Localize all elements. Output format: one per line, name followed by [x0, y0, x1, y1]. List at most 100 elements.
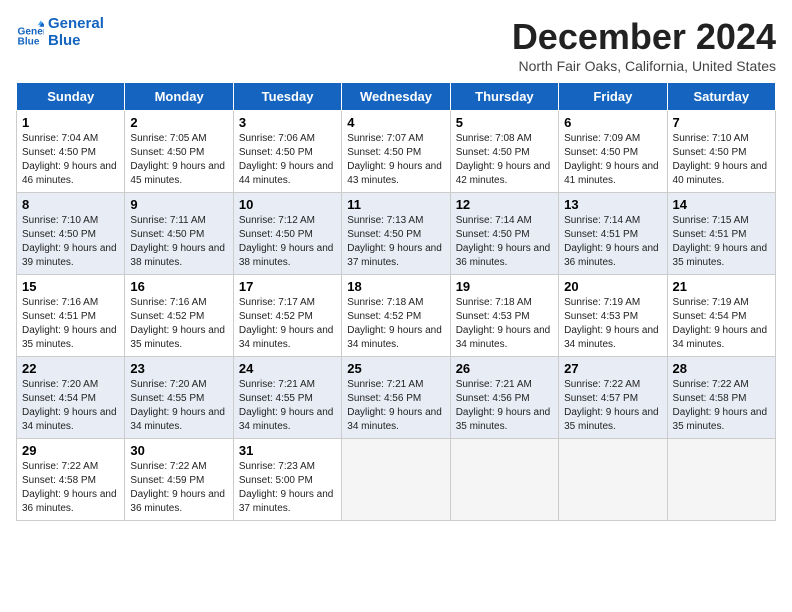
calendar-table: SundayMondayTuesdayWednesdayThursdayFrid… [16, 82, 776, 521]
day-detail: Sunrise: 7:15 AMSunset: 4:51 PMDaylight:… [673, 214, 770, 270]
day-detail: Sunrise: 7:21 AMSunset: 4:56 PMDaylight:… [456, 378, 553, 434]
weekday-header: Saturday [667, 83, 775, 111]
header: General Blue General Blue December 2024 … [16, 16, 776, 74]
weekday-header: Tuesday [233, 83, 341, 111]
day-number: 15 [22, 279, 119, 294]
day-detail: Sunrise: 7:05 AMSunset: 4:50 PMDaylight:… [130, 132, 227, 188]
calendar-day-cell: 10 Sunrise: 7:12 AMSunset: 4:50 PMDayligh… [233, 193, 341, 275]
day-number: 4 [347, 115, 444, 130]
day-number: 16 [130, 279, 227, 294]
title-block: December 2024 North Fair Oaks, Californi… [512, 16, 776, 74]
calendar-day-cell: 20 Sunrise: 7:19 AMSunset: 4:53 PMDayligh… [559, 275, 667, 357]
day-number: 3 [239, 115, 336, 130]
day-detail: Sunrise: 7:14 AMSunset: 4:51 PMDaylight:… [564, 214, 661, 270]
calendar-day-cell: 3 Sunrise: 7:06 AMSunset: 4:50 PMDaylight… [233, 111, 341, 193]
logo: General Blue General Blue [16, 16, 104, 49]
calendar-day-cell: 21 Sunrise: 7:19 AMSunset: 4:54 PMDayligh… [667, 275, 775, 357]
calendar-day-cell: 23 Sunrise: 7:20 AMSunset: 4:55 PMDayligh… [125, 357, 233, 439]
day-detail: Sunrise: 7:09 AMSunset: 4:50 PMDaylight:… [564, 132, 661, 188]
calendar-day-cell [667, 439, 775, 521]
calendar-day-cell: 24Sunrise: 7:21 AMSunset: 4:55 PMDayligh… [233, 357, 341, 439]
day-detail: Sunrise: 7:17 AMSunset: 4:52 PMDaylight:… [239, 296, 336, 352]
day-number: 14 [673, 197, 770, 212]
weekday-header-row: SundayMondayTuesdayWednesdayThursdayFrid… [17, 83, 776, 111]
day-detail: Sunrise: 7:12 AMSunset: 4:50 PMDaylight:… [239, 214, 336, 270]
day-number: 9 [130, 197, 227, 212]
weekday-header: Thursday [450, 83, 558, 111]
calendar-day-cell: 16 Sunrise: 7:16 AMSunset: 4:52 PMDayligh… [125, 275, 233, 357]
calendar-day-cell: 30 Sunrise: 7:22 AMSunset: 4:59 PMDayligh… [125, 439, 233, 521]
day-number: 17 [239, 279, 336, 294]
day-number: 31 [239, 443, 336, 458]
day-number: 18 [347, 279, 444, 294]
day-detail: Sunrise: 7:19 AMSunset: 4:53 PMDaylight:… [564, 296, 661, 352]
day-number: 28 [673, 361, 770, 376]
calendar-day-cell [450, 439, 558, 521]
calendar-day-cell: 25 Sunrise: 7:21 AMSunset: 4:56 PMDayligh… [342, 357, 450, 439]
logo-line2: Blue [48, 32, 81, 49]
calendar-day-cell: 15Sunrise: 7:16 AMSunset: 4:51 PMDayligh… [17, 275, 125, 357]
calendar-day-cell: 29 Sunrise: 7:22 AMSunset: 4:58 PMDayligh… [17, 439, 125, 521]
day-number: 2 [130, 115, 227, 130]
day-detail: Sunrise: 7:23 AMSunset: 5:00 PMDaylight:… [239, 460, 336, 516]
day-number: 22 [22, 361, 119, 376]
day-detail: Sunrise: 7:22 AMSunset: 4:59 PMDaylight:… [130, 460, 227, 516]
day-number: 10 [239, 197, 336, 212]
calendar-subtitle: North Fair Oaks, California, United Stat… [512, 58, 776, 74]
calendar-day-cell [559, 439, 667, 521]
calendar-day-cell: 26 Sunrise: 7:21 AMSunset: 4:56 PMDayligh… [450, 357, 558, 439]
day-number: 13 [564, 197, 661, 212]
calendar-day-cell: 5 Sunrise: 7:08 AMSunset: 4:50 PMDaylight… [450, 111, 558, 193]
day-detail: Sunrise: 7:20 AMSunset: 4:54 PMDaylight:… [22, 378, 119, 434]
svg-text:Blue: Blue [18, 36, 40, 46]
day-detail: Sunrise: 7:07 AMSunset: 4:50 PMDaylight:… [347, 132, 444, 188]
calendar-day-cell: 8 Sunrise: 7:10 AMSunset: 4:50 PMDaylight… [17, 193, 125, 275]
day-number: 26 [456, 361, 553, 376]
calendar-day-cell: 14 Sunrise: 7:15 AMSunset: 4:51 PMDayligh… [667, 193, 775, 275]
weekday-header: Monday [125, 83, 233, 111]
day-detail: Sunrise: 7:18 AMSunset: 4:52 PMDaylight:… [347, 296, 444, 352]
day-detail: Sunrise: 7:11 AMSunset: 4:50 PMDaylight:… [130, 214, 227, 270]
day-number: 7 [673, 115, 770, 130]
day-number: 21 [673, 279, 770, 294]
calendar-day-cell: 28Sunrise: 7:22 AMSunset: 4:58 PMDayligh… [667, 357, 775, 439]
day-number: 6 [564, 115, 661, 130]
calendar-day-cell: 6 Sunrise: 7:09 AMSunset: 4:50 PMDaylight… [559, 111, 667, 193]
day-number: 19 [456, 279, 553, 294]
day-detail: Sunrise: 7:19 AMSunset: 4:54 PMDaylight:… [673, 296, 770, 352]
day-number: 1 [22, 115, 119, 130]
calendar-day-cell: 17 Sunrise: 7:17 AMSunset: 4:52 PMDayligh… [233, 275, 341, 357]
day-detail: Sunrise: 7:08 AMSunset: 4:50 PMDaylight:… [456, 132, 553, 188]
weekday-header: Wednesday [342, 83, 450, 111]
day-number: 30 [130, 443, 227, 458]
day-detail: Sunrise: 7:13 AMSunset: 4:50 PMDaylight:… [347, 214, 444, 270]
calendar-week-row: 29 Sunrise: 7:22 AMSunset: 4:58 PMDayligh… [17, 439, 776, 521]
day-number: 23 [130, 361, 227, 376]
day-number: 12 [456, 197, 553, 212]
calendar-day-cell: 18 Sunrise: 7:18 AMSunset: 4:52 PMDayligh… [342, 275, 450, 357]
calendar-day-cell: 27Sunrise: 7:22 AMSunset: 4:57 PMDayligh… [559, 357, 667, 439]
calendar-week-row: 15Sunrise: 7:16 AMSunset: 4:51 PMDayligh… [17, 275, 776, 357]
day-detail: Sunrise: 7:21 AMSunset: 4:56 PMDaylight:… [347, 378, 444, 434]
calendar-day-cell: 1Sunrise: 7:04 AMSunset: 4:50 PMDaylight… [17, 111, 125, 193]
calendar-week-row: 22 Sunrise: 7:20 AMSunset: 4:54 PMDayligh… [17, 357, 776, 439]
day-detail: Sunrise: 7:10 AMSunset: 4:50 PMDaylight:… [22, 214, 119, 270]
day-number: 29 [22, 443, 119, 458]
day-number: 5 [456, 115, 553, 130]
day-number: 25 [347, 361, 444, 376]
calendar-day-cell: 11Sunrise: 7:13 AMSunset: 4:50 PMDayligh… [342, 193, 450, 275]
calendar-day-cell: 13 Sunrise: 7:14 AMSunset: 4:51 PMDayligh… [559, 193, 667, 275]
day-detail: Sunrise: 7:20 AMSunset: 4:55 PMDaylight:… [130, 378, 227, 434]
day-detail: Sunrise: 7:16 AMSunset: 4:52 PMDaylight:… [130, 296, 227, 352]
calendar-day-cell: 19 Sunrise: 7:18 AMSunset: 4:53 PMDayligh… [450, 275, 558, 357]
calendar-day-cell: 22 Sunrise: 7:20 AMSunset: 4:54 PMDayligh… [17, 357, 125, 439]
logo-line1: General [48, 15, 104, 32]
day-detail: Sunrise: 7:22 AMSunset: 4:57 PMDaylight:… [564, 378, 661, 434]
calendar-day-cell: 12Sunrise: 7:14 AMSunset: 4:50 PMDayligh… [450, 193, 558, 275]
day-detail: Sunrise: 7:18 AMSunset: 4:53 PMDaylight:… [456, 296, 553, 352]
day-detail: Sunrise: 7:06 AMSunset: 4:50 PMDaylight:… [239, 132, 336, 188]
day-number: 20 [564, 279, 661, 294]
day-number: 24 [239, 361, 336, 376]
day-number: 8 [22, 197, 119, 212]
day-detail: Sunrise: 7:22 AMSunset: 4:58 PMDaylight:… [22, 460, 119, 516]
